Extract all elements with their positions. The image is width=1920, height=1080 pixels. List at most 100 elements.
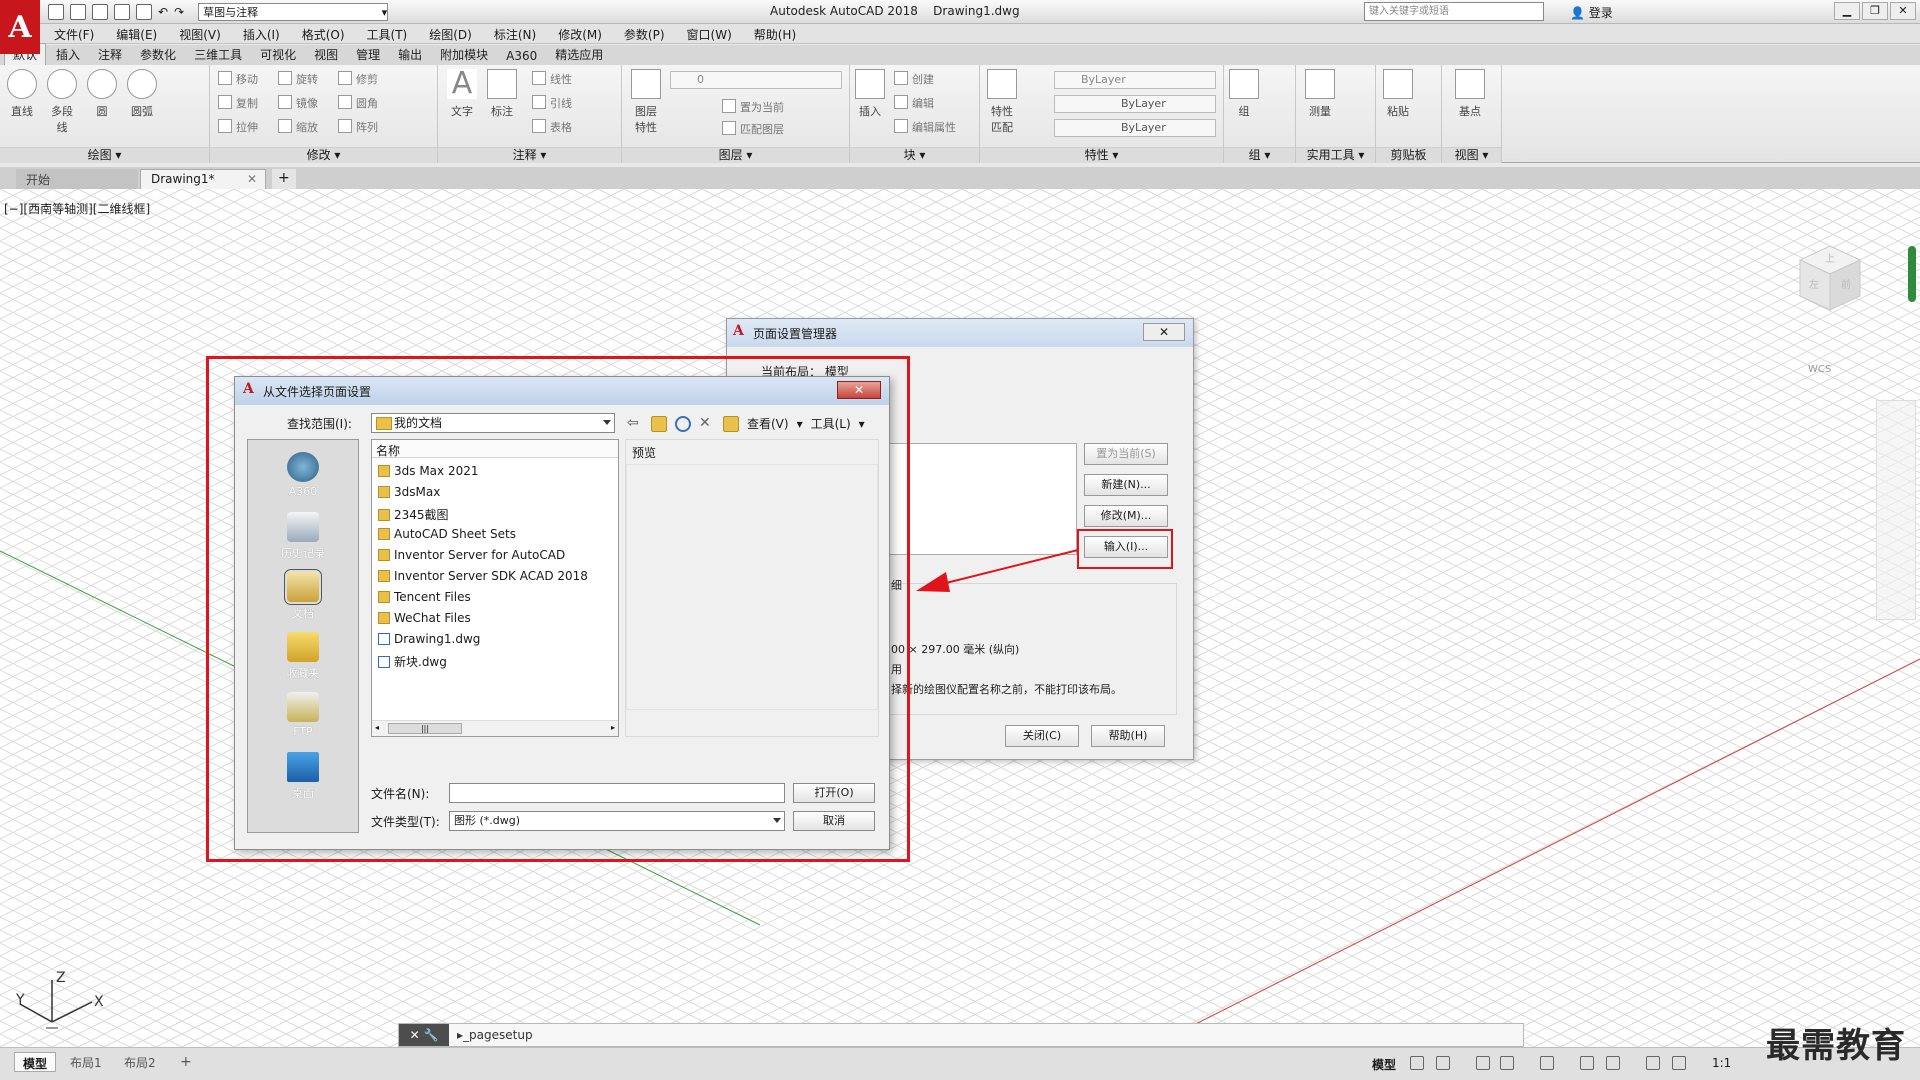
tool-leader[interactable]: 引线 — [532, 95, 572, 111]
place-documents[interactable]: 文档 — [248, 569, 358, 621]
tool-set-current-layer[interactable]: 置为当前 — [722, 99, 784, 115]
tool-circle[interactable]: 圆 — [86, 69, 118, 119]
tool-rotate[interactable]: 旋转 — [278, 71, 318, 87]
panel-title-annotation[interactable]: 注释 ▾ — [438, 147, 621, 163]
scroll-right-icon[interactable]: ▸ — [611, 723, 615, 732]
grid-icon[interactable] — [1410, 1056, 1424, 1070]
tools-menu[interactable]: 工具(L) — [811, 415, 851, 432]
list-item[interactable]: AutoCAD Sheet Sets — [378, 527, 516, 541]
viewport-controls[interactable]: [−][西南等轴测][二维线框] — [4, 200, 150, 217]
view-menu[interactable]: 查看(V) — [747, 415, 789, 432]
command-input[interactable]: ▸_pagesetup — [457, 1028, 533, 1042]
workspace-select[interactable]: 草图与注释 ▾ — [198, 3, 389, 21]
tab-drawing1[interactable]: Drawing1* ✕ — [140, 169, 266, 189]
new-file-icon[interactable] — [48, 4, 64, 20]
selection-cycling-icon[interactable] — [1606, 1056, 1620, 1070]
print-icon[interactable] — [136, 4, 152, 20]
ribbon-tab-parametric[interactable]: 参数化 — [132, 44, 184, 65]
command-line-tools[interactable]: ✕ 🔧 — [399, 1024, 449, 1046]
fsd-close-button[interactable]: ✕ — [837, 381, 881, 399]
canvas-scrollbar[interactable] — [1908, 246, 1916, 302]
list-item[interactable]: 2345截图 — [378, 506, 449, 523]
add-layout-button[interactable]: + — [172, 1052, 200, 1072]
annotation-visibility-icon[interactable] — [1646, 1056, 1660, 1070]
ribbon-tab-insert[interactable]: 插入 — [48, 44, 88, 65]
panel-title-groups[interactable]: 组 ▾ — [1224, 147, 1295, 163]
list-item[interactable]: Tencent Files — [378, 590, 471, 604]
save-as-icon[interactable] — [114, 4, 130, 20]
redo-icon[interactable]: ↷ — [174, 5, 184, 19]
psm-help-button[interactable]: 帮助(H) — [1091, 725, 1165, 747]
look-in-select[interactable]: 我的文档 — [371, 413, 615, 433]
tool-trim[interactable]: 修剪 — [338, 71, 378, 87]
panel-title-properties[interactable]: 特性 ▾ — [980, 147, 1223, 163]
list-item[interactable]: 新块.dwg — [378, 653, 447, 670]
menu-window[interactable]: 窗口(W) — [687, 26, 732, 43]
layer-dropdown[interactable]: 0 — [670, 71, 842, 89]
panel-title-block[interactable]: 块 ▾ — [850, 147, 979, 163]
lineweight-dropdown[interactable]: ByLayer — [1054, 119, 1216, 137]
list-item[interactable]: WeChat Files — [378, 611, 471, 625]
tool-layer-properties[interactable]: 图层特性 — [630, 69, 662, 135]
polar-icon[interactable] — [1500, 1056, 1514, 1070]
tab-start[interactable]: 开始 — [16, 169, 138, 189]
place-desktop[interactable]: 桌面 — [248, 752, 358, 801]
scroll-thumb[interactable]: ||| — [388, 723, 462, 734]
scroll-left-icon[interactable]: ◂ — [375, 723, 379, 732]
linetype-dropdown[interactable]: ByLayer — [1054, 95, 1216, 113]
tool-match-properties[interactable]: 特性匹配 — [986, 69, 1018, 135]
save-icon[interactable] — [92, 4, 108, 20]
filetype-select[interactable]: 图形 (*.dwg) — [449, 811, 785, 831]
menu-parametric[interactable]: 参数(P) — [624, 26, 665, 43]
ribbon-tab-visualize[interactable]: 可视化 — [252, 44, 304, 65]
undo-icon[interactable]: ↶ — [158, 5, 168, 19]
column-header-name[interactable]: 名称 — [372, 440, 618, 458]
panel-title-clipboard[interactable]: 剪贴板 — [1376, 147, 1441, 163]
navigation-bar[interactable] — [1876, 400, 1916, 620]
menu-help[interactable]: 帮助(H) — [754, 26, 796, 43]
snap-icon[interactable] — [1436, 1056, 1450, 1070]
tool-copy[interactable]: 复制 — [218, 95, 258, 111]
open-button[interactable]: 打开(O) — [793, 783, 875, 803]
tool-edit-attributes[interactable]: 编辑属性 — [894, 119, 956, 135]
menu-view[interactable]: 视图(V) — [179, 26, 221, 43]
list-item[interactable]: Inventor Server SDK ACAD 2018 — [378, 569, 588, 583]
ribbon-tab-annotate[interactable]: 注释 — [90, 44, 130, 65]
minimize-button[interactable]: ▁ — [1834, 2, 1860, 20]
tool-create-block[interactable]: 创建 — [894, 71, 934, 87]
menu-file[interactable]: 文件(F) — [54, 26, 94, 43]
place-ftp[interactable]: FTP — [248, 692, 358, 738]
layout-tab-layout1[interactable]: 布局1 — [62, 1052, 110, 1072]
panel-title-draw[interactable]: 绘图 ▾ — [0, 147, 209, 163]
login-button[interactable]: 👤 登录 — [1570, 4, 1613, 21]
ribbon-tab-output[interactable]: 输出 — [390, 44, 430, 65]
lineweight-icon[interactable] — [1580, 1056, 1594, 1070]
panel-title-modify[interactable]: 修改 ▾ — [210, 147, 437, 163]
menu-insert[interactable]: 插入(I) — [243, 26, 280, 43]
new-folder-icon[interactable] — [723, 415, 739, 432]
fsd-title-bar[interactable]: A 从文件选择页面设置 ✕ — [235, 377, 889, 405]
annotation-scale[interactable]: 1:1 — [1712, 1056, 1731, 1070]
place-a360[interactable]: A360 — [248, 452, 358, 498]
psm-close-button[interactable]: ✕ — [1143, 323, 1185, 341]
ribbon-tab-addins[interactable]: 附加模块 — [432, 44, 496, 65]
place-history[interactable]: 历史记录 — [248, 512, 358, 561]
list-item[interactable]: Drawing1.dwg — [378, 632, 480, 646]
tool-paste[interactable]: 粘贴 — [1382, 69, 1414, 119]
panel-title-view[interactable]: 视图 ▾ — [1442, 147, 1501, 163]
tool-dimension[interactable]: 标注 — [486, 69, 518, 119]
layout-tab-layout2[interactable]: 布局2 — [116, 1052, 164, 1072]
tool-scale[interactable]: 缩放 — [278, 119, 318, 135]
new-tab-button[interactable]: + — [272, 169, 296, 189]
model-space-toggle[interactable]: 模型 — [1372, 1056, 1396, 1073]
psm-title-bar[interactable]: A 页面设置管理器 ✕ — [727, 319, 1193, 347]
tool-insert-block[interactable]: 插入 — [854, 69, 886, 119]
panel-title-utilities[interactable]: 实用工具 ▾ — [1296, 147, 1375, 163]
panel-title-layers[interactable]: 图层 ▾ — [622, 147, 849, 163]
search-input[interactable]: 键入关键字或短语 — [1364, 2, 1544, 21]
tool-measure[interactable]: 测量 — [1304, 69, 1336, 119]
color-dropdown[interactable]: ByLayer — [1054, 71, 1216, 89]
delete-icon[interactable]: ✕ — [699, 416, 715, 432]
ortho-icon[interactable] — [1476, 1056, 1490, 1070]
ribbon-tab-manage[interactable]: 管理 — [348, 44, 388, 65]
